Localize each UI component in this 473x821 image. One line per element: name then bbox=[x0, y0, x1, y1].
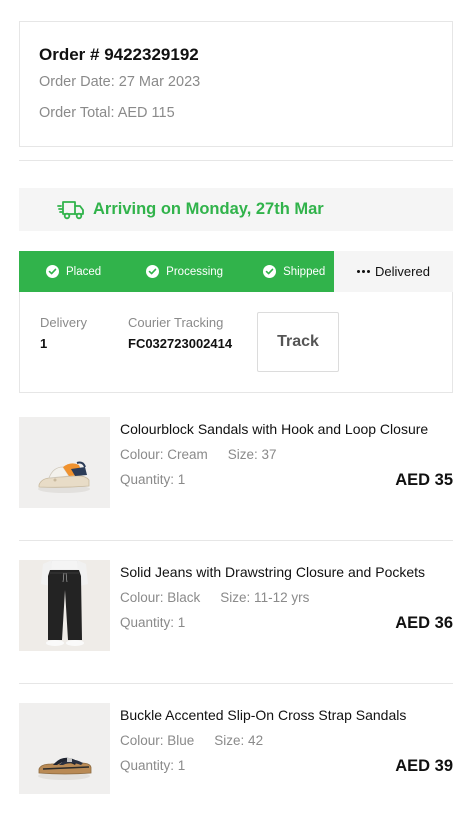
jeans-thumbnail[interactable] bbox=[19, 560, 110, 651]
item-quantity: Quantity: 1 bbox=[120, 472, 186, 487]
step-label: Shipped bbox=[283, 265, 326, 278]
item-attributes: Colour: Blue Size: 42 bbox=[120, 733, 263, 748]
item-colour: Colour: Black bbox=[120, 590, 201, 605]
item-colour: Colour: Cream bbox=[120, 447, 208, 462]
delivery-value: 1 bbox=[40, 336, 48, 351]
delivery-truck-icon bbox=[57, 200, 84, 219]
step-processing: Processing bbox=[146, 265, 223, 278]
item-quantity: Quantity: 1 bbox=[120, 758, 186, 773]
item-size: Size: 11-12 yrs bbox=[220, 590, 310, 605]
order-number: Order # 9422329192 bbox=[39, 45, 199, 64]
item-size: Size: 37 bbox=[227, 447, 277, 462]
item-name[interactable]: Colourblock Sandals with Hook and Loop C… bbox=[120, 421, 428, 437]
step-placed: Placed bbox=[46, 265, 101, 278]
item-price: AED 35 bbox=[395, 471, 453, 489]
order-summary-card: Order # 9422329192 Order Date: 27 Mar 20… bbox=[19, 21, 453, 147]
slide-sandal-thumbnail[interactable] bbox=[19, 703, 110, 794]
step-delivered: Delivered bbox=[334, 251, 453, 292]
check-icon bbox=[263, 265, 277, 278]
tracking-card: Delivery 1 Courier Tracking FC0327230024… bbox=[19, 292, 453, 393]
item-name[interactable]: Buckle Accented Slip-On Cross Strap Sand… bbox=[120, 707, 406, 723]
item-name[interactable]: Solid Jeans with Drawstring Closure and … bbox=[120, 564, 425, 580]
order-date: Order Date: 27 Mar 2023 bbox=[39, 74, 201, 90]
item-colour: Colour: Blue bbox=[120, 733, 195, 748]
order-item[interactable]: Buckle Accented Slip-On Cross Strap Sand… bbox=[19, 703, 453, 795]
more-dots-icon bbox=[357, 270, 371, 273]
courier-tracking-label: Courier Tracking bbox=[128, 315, 224, 330]
divider bbox=[19, 160, 453, 161]
item-quantity: Quantity: 1 bbox=[120, 615, 186, 630]
order-item[interactable]: Solid Jeans with Drawstring Closure and … bbox=[19, 560, 453, 652]
arrival-text: Arriving on Monday, 27th Mar bbox=[93, 200, 324, 218]
shipment-progress: Placed Processing Shipped Delivered bbox=[19, 251, 453, 292]
step-label: Processing bbox=[166, 265, 224, 278]
check-icon bbox=[146, 265, 160, 278]
step-label: Placed bbox=[66, 265, 102, 278]
courier-tracking-number: FC032723002414 bbox=[128, 336, 233, 351]
order-item[interactable]: Colourblock Sandals with Hook and Loop C… bbox=[19, 417, 453, 509]
item-price: AED 39 bbox=[395, 757, 453, 775]
step-label: Delivered bbox=[375, 264, 430, 279]
step-shipped: Shipped bbox=[263, 265, 325, 278]
divider bbox=[19, 683, 453, 684]
item-size: Size: 42 bbox=[214, 733, 264, 748]
order-total: Order Total: AED 115 bbox=[39, 105, 175, 121]
sandal-thumbnail[interactable] bbox=[19, 417, 110, 508]
track-button[interactable]: Track bbox=[257, 312, 339, 372]
divider bbox=[19, 540, 453, 541]
delivery-label: Delivery bbox=[40, 315, 87, 330]
arrival-banner: Arriving on Monday, 27th Mar bbox=[19, 188, 453, 231]
item-price: AED 36 bbox=[395, 614, 453, 632]
item-attributes: Colour: Black Size: 11-12 yrs bbox=[120, 590, 309, 605]
check-icon bbox=[46, 265, 59, 278]
completed-steps: Placed Processing Shipped bbox=[19, 251, 334, 292]
item-attributes: Colour: Cream Size: 37 bbox=[120, 447, 277, 462]
